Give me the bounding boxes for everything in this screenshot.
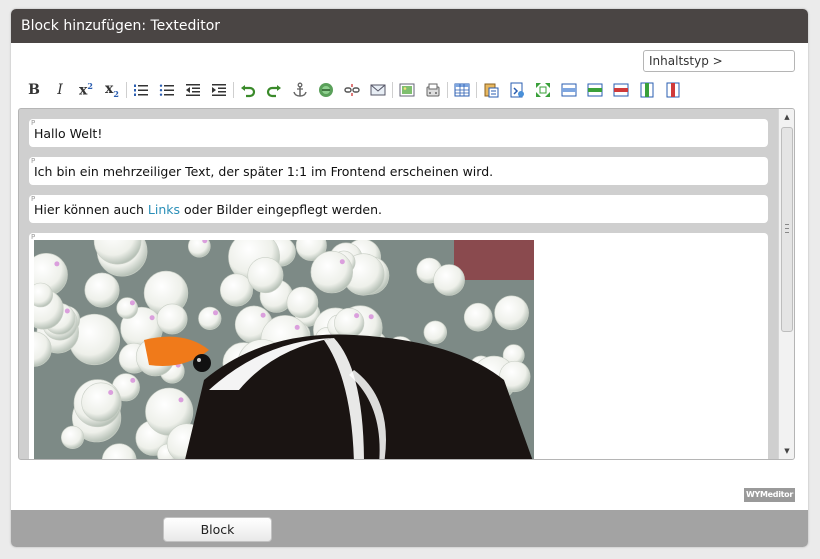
subscript-mark: 2 bbox=[113, 88, 119, 99]
toolbar-separator bbox=[476, 82, 477, 98]
clownfish-image[interactable] bbox=[34, 240, 534, 459]
image-button[interactable] bbox=[394, 80, 420, 100]
table-icon bbox=[454, 83, 470, 97]
paragraph-block[interactable]: P Hier können auch Links oder Bilder ein… bbox=[29, 195, 768, 223]
link-button[interactable] bbox=[313, 80, 339, 100]
paragraph-marker: P bbox=[31, 195, 36, 203]
indent-icon bbox=[212, 84, 226, 96]
toolbar-separator bbox=[126, 82, 127, 98]
paste-button[interactable] bbox=[420, 80, 446, 100]
superscript-button[interactable]: x2 bbox=[73, 80, 99, 100]
fullscreen-button[interactable] bbox=[530, 80, 556, 100]
unordered-list-button[interactable] bbox=[154, 80, 180, 100]
scroll-grip-icon bbox=[785, 224, 789, 233]
paragraph-text: Hallo Welt! bbox=[34, 126, 103, 141]
table-button[interactable] bbox=[449, 80, 475, 100]
paragraph-block[interactable]: P Hallo Welt! bbox=[29, 119, 768, 147]
delete-row-button[interactable] bbox=[608, 80, 634, 100]
paragraph-text: Ich bin ein mehrzeiliger Text, der späte… bbox=[34, 164, 494, 179]
italic-icon: I bbox=[57, 82, 63, 98]
fullscreen-icon bbox=[536, 83, 550, 97]
dialog-footer: Block hinzufügen bbox=[11, 510, 808, 547]
editor-area[interactable]: P Hallo Welt! P Ich bin ein mehrzeiliger… bbox=[18, 108, 795, 460]
add-block-button[interactable]: Block hinzufügen bbox=[163, 517, 272, 547]
insert-column-button[interactable] bbox=[634, 80, 660, 100]
delete-row-icon bbox=[613, 83, 629, 97]
insert-row-button[interactable] bbox=[556, 80, 582, 100]
inline-link[interactable]: Links bbox=[148, 202, 180, 217]
toolbar-separator bbox=[233, 82, 234, 98]
delete-column-button[interactable] bbox=[660, 80, 686, 100]
anchor-button[interactable] bbox=[287, 80, 313, 100]
ordered-list-button[interactable] bbox=[128, 80, 154, 100]
bold-button[interactable]: B bbox=[21, 80, 47, 100]
html-button[interactable] bbox=[504, 80, 530, 100]
toolbar-separator bbox=[447, 82, 448, 98]
subscript-icon: x2 bbox=[105, 81, 119, 99]
dialog-title: Block hinzufügen: Texteditor bbox=[11, 9, 808, 43]
html-icon bbox=[510, 82, 524, 98]
unlink-icon bbox=[344, 84, 360, 96]
scroll-up-icon[interactable]: ▲ bbox=[779, 109, 794, 125]
editor-toolbar: B I x2 x2 bbox=[21, 79, 686, 101]
insert-column-icon bbox=[640, 82, 654, 98]
paste-icon bbox=[426, 83, 440, 97]
link-icon bbox=[319, 83, 333, 97]
email-button[interactable] bbox=[365, 80, 391, 100]
redo-button[interactable] bbox=[261, 80, 287, 100]
indent-button[interactable] bbox=[206, 80, 232, 100]
unordered-list-icon bbox=[159, 84, 174, 96]
delete-column-icon bbox=[666, 82, 680, 98]
undo-button[interactable] bbox=[235, 80, 261, 100]
editor-content: P Hallo Welt! P Ich bin ein mehrzeiliger… bbox=[19, 109, 778, 459]
outdent-button[interactable] bbox=[180, 80, 206, 100]
image-block[interactable]: P bbox=[29, 233, 768, 459]
anchor-icon bbox=[293, 82, 307, 97]
image-icon bbox=[399, 83, 415, 97]
paragraph-marker: P bbox=[31, 233, 36, 241]
wymeditor-logo[interactable]: WYMeditor bbox=[744, 488, 795, 502]
bold-icon: B bbox=[28, 82, 40, 98]
italic-button[interactable]: I bbox=[47, 80, 73, 100]
content-type-select[interactable]: Inhaltstyp > bbox=[643, 50, 795, 72]
paste-word-icon bbox=[484, 83, 499, 98]
add-row-icon bbox=[587, 83, 603, 97]
scroll-thumb[interactable] bbox=[781, 127, 793, 332]
paragraph-text-after: oder Bilder eingepflegt werden. bbox=[180, 202, 383, 217]
editor-scrollbar[interactable]: ▲ ▼ bbox=[778, 109, 794, 459]
superscript-icon: x2 bbox=[79, 81, 93, 99]
scroll-down-icon[interactable]: ▼ bbox=[779, 443, 794, 459]
undo-icon bbox=[241, 85, 256, 98]
paragraph-marker: P bbox=[31, 119, 36, 127]
subscript-button[interactable]: x2 bbox=[99, 80, 125, 100]
insert-row-icon bbox=[561, 83, 577, 97]
unlink-button[interactable] bbox=[339, 80, 365, 100]
redo-icon bbox=[266, 85, 281, 98]
superscript-mark: 2 bbox=[87, 81, 93, 92]
add-block-dialog: Block hinzufügen: Texteditor Inhaltstyp … bbox=[11, 9, 808, 547]
paragraph-block[interactable]: P Ich bin ein mehrzeiliger Text, der spä… bbox=[29, 157, 768, 185]
outdent-icon bbox=[186, 84, 200, 96]
ordered-list-icon bbox=[134, 84, 148, 96]
email-icon bbox=[370, 84, 386, 96]
paragraph-text-before: Hier können auch bbox=[34, 202, 148, 217]
toolbar-separator bbox=[392, 82, 393, 98]
paragraph-marker: P bbox=[31, 157, 36, 165]
paste-word-button[interactable] bbox=[478, 80, 504, 100]
add-row-button[interactable] bbox=[582, 80, 608, 100]
